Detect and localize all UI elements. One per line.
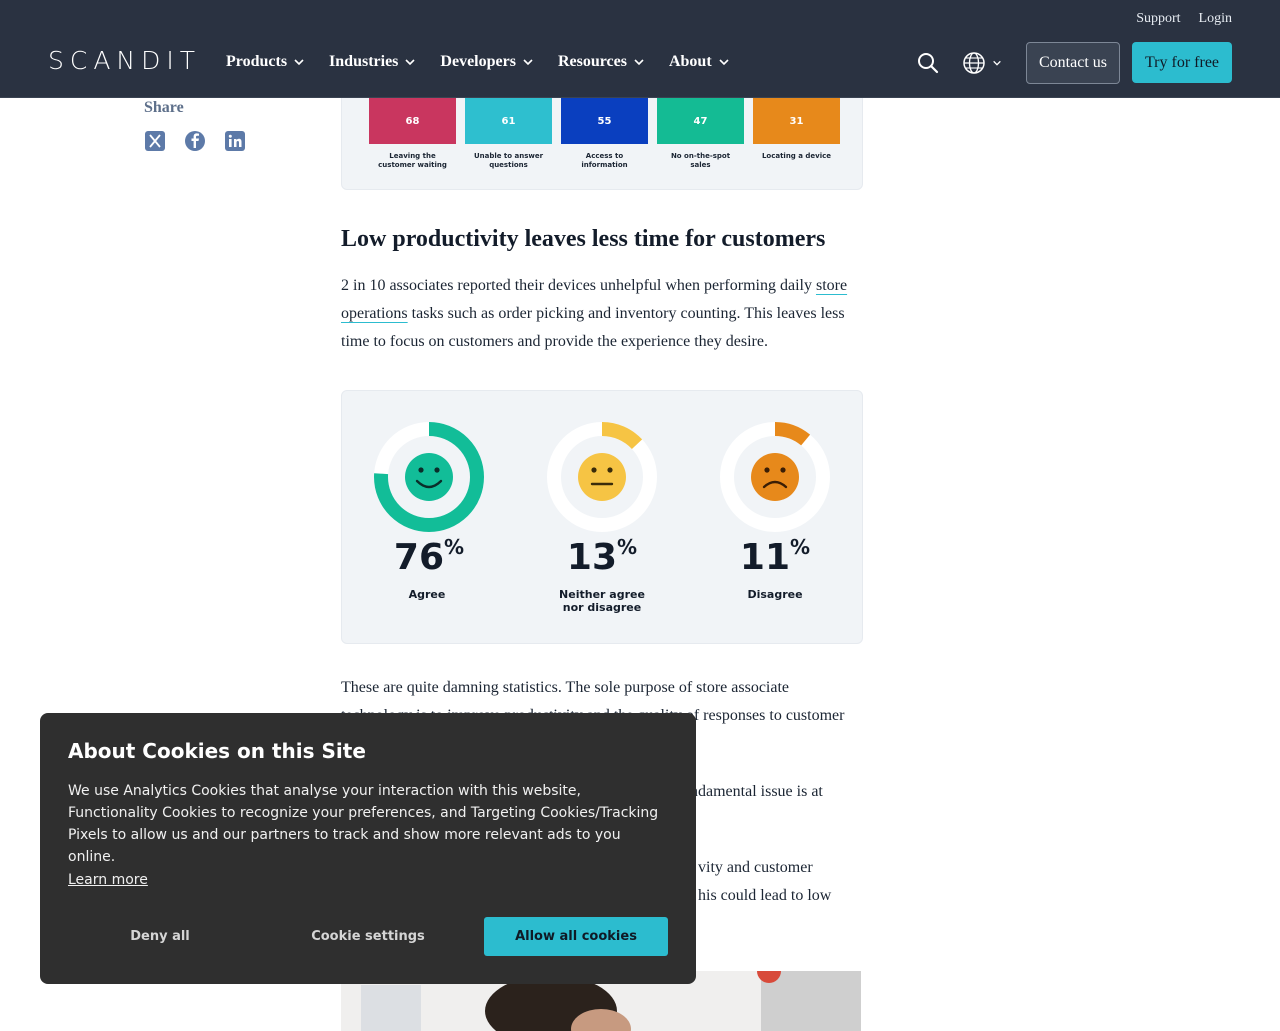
percent-sign: % <box>790 535 811 559</box>
contact-us-button[interactable]: Contact us <box>1026 42 1120 84</box>
percent-value: 13 <box>566 537 618 578</box>
bar-list: 68 Leaving the customer waiting 61 Unabl… <box>369 98 840 170</box>
bar-caption: Unable to answer questions <box>473 152 544 169</box>
site-header: Support Login SCANDIT Products Industrie… <box>0 0 1280 98</box>
paragraph-text: his could lead to low <box>698 887 832 904</box>
cookie-consent-dialog: About Cookies on this Site We use Analyt… <box>40 713 696 984</box>
section-heading: Low productivity leaves less time for cu… <box>341 226 826 252</box>
paragraph-text: These are quite damning statistics. The … <box>341 679 790 696</box>
nav-industries[interactable]: Industries <box>329 53 416 71</box>
bar-item: 31 Locating a device <box>753 98 840 170</box>
percent-value: 76 <box>393 537 445 578</box>
paragraph-text: vity and customer <box>698 859 813 876</box>
bar-item: 68 Leaving the customer waiting <box>369 98 456 170</box>
bar-block: 61 <box>465 98 552 144</box>
bar-block: 31 <box>753 98 840 144</box>
allow-all-cookies-button[interactable]: Allow all cookies <box>484 917 668 956</box>
login-link[interactable]: Login <box>1199 11 1232 27</box>
nav-about-label: About <box>668 53 712 70</box>
support-link[interactable]: Support <box>1136 11 1180 27</box>
chevron-down-icon <box>634 59 644 66</box>
donut-label: Neither agree nor disagree <box>559 588 645 614</box>
percent-agree: 76% <box>359 535 499 578</box>
paragraph-text: ndamental issue is at <box>690 783 823 800</box>
bar-item: 61 Unable to answer questions <box>465 98 552 170</box>
article-paragraph-fragment: ndamental issue is at <box>690 778 861 806</box>
share-icons <box>144 130 246 152</box>
nav-products-label: Products <box>226 53 288 70</box>
deny-all-button[interactable]: Deny all <box>68 917 252 956</box>
donut-label: Agree <box>408 588 446 601</box>
scandit-logo[interactable]: SCANDIT <box>48 46 201 75</box>
cookie-settings-button[interactable]: Cookie settings <box>276 917 460 956</box>
article-paragraph: 2 in 10 associates reported their device… <box>341 272 861 356</box>
utility-links: Support Login <box>1136 11 1232 27</box>
donut-agree <box>374 422 484 532</box>
chevron-down-icon <box>523 59 533 66</box>
nav-products[interactable]: Products <box>226 53 305 71</box>
nav-developers[interactable]: Developers <box>440 53 534 71</box>
bar-caption: Leaving the customer waiting <box>378 152 447 169</box>
try-for-free-button[interactable]: Try for free <box>1132 42 1232 83</box>
chevron-down-icon <box>993 60 1001 66</box>
language-selector[interactable] <box>962 51 1002 75</box>
nav-about[interactable]: About <box>669 53 730 71</box>
nav-developers-label: Developers <box>440 53 516 70</box>
bar-caption: Access to information <box>581 152 628 169</box>
article-paragraph-fragment: vity and customer his could lead to low <box>698 854 861 910</box>
bar-item: 55 Access to information <box>561 98 648 170</box>
paragraph-text: 2 in 10 associates reported their device… <box>341 277 816 294</box>
nav-resources[interactable]: Resources <box>558 53 645 71</box>
nav-resources-label: Resources <box>557 53 627 70</box>
share-label: Share <box>144 99 184 116</box>
percent-sign: % <box>617 535 638 559</box>
learn-more-link[interactable]: Learn more <box>68 872 148 888</box>
donut-disagree <box>720 422 830 532</box>
facebook-icon[interactable] <box>184 130 206 152</box>
linkedin-icon[interactable] <box>224 130 246 152</box>
bar-block: 47 <box>657 98 744 144</box>
globe-icon <box>963 52 985 74</box>
cookie-title: About Cookies on this Site <box>68 739 366 763</box>
bar-caption: Locating a device <box>761 152 832 160</box>
chevron-down-icon <box>294 59 304 66</box>
nav-industries-label: Industries <box>329 53 399 70</box>
survey-donut-infographic: 76% 13% 11% Agree Neither agree nor disa… <box>341 390 863 644</box>
bar-block: 55 <box>561 98 648 144</box>
chevron-down-icon <box>405 59 415 66</box>
bar-caption: No on-the-spot sales <box>670 152 731 169</box>
donut-label: Disagree <box>747 588 803 601</box>
percent-disagree: 11% <box>705 535 845 578</box>
main-nav: Products Industries Developers Resources… <box>226 53 730 71</box>
percent-value: 11 <box>739 537 791 578</box>
bar-item: 47 No on-the-spot sales <box>657 98 744 170</box>
donut-neutral <box>547 422 657 532</box>
chevron-down-icon <box>719 59 729 66</box>
search-icon[interactable] <box>917 52 939 74</box>
percent-neutral: 13% <box>532 535 672 578</box>
paragraph-text: tasks such as order picking and inventor… <box>341 305 845 350</box>
x-twitter-icon[interactable] <box>144 130 166 152</box>
bar-block: 68 <box>369 98 456 144</box>
percent-sign: % <box>444 535 465 559</box>
cookie-body: We use Analytics Cookies that analyse yo… <box>68 783 659 865</box>
